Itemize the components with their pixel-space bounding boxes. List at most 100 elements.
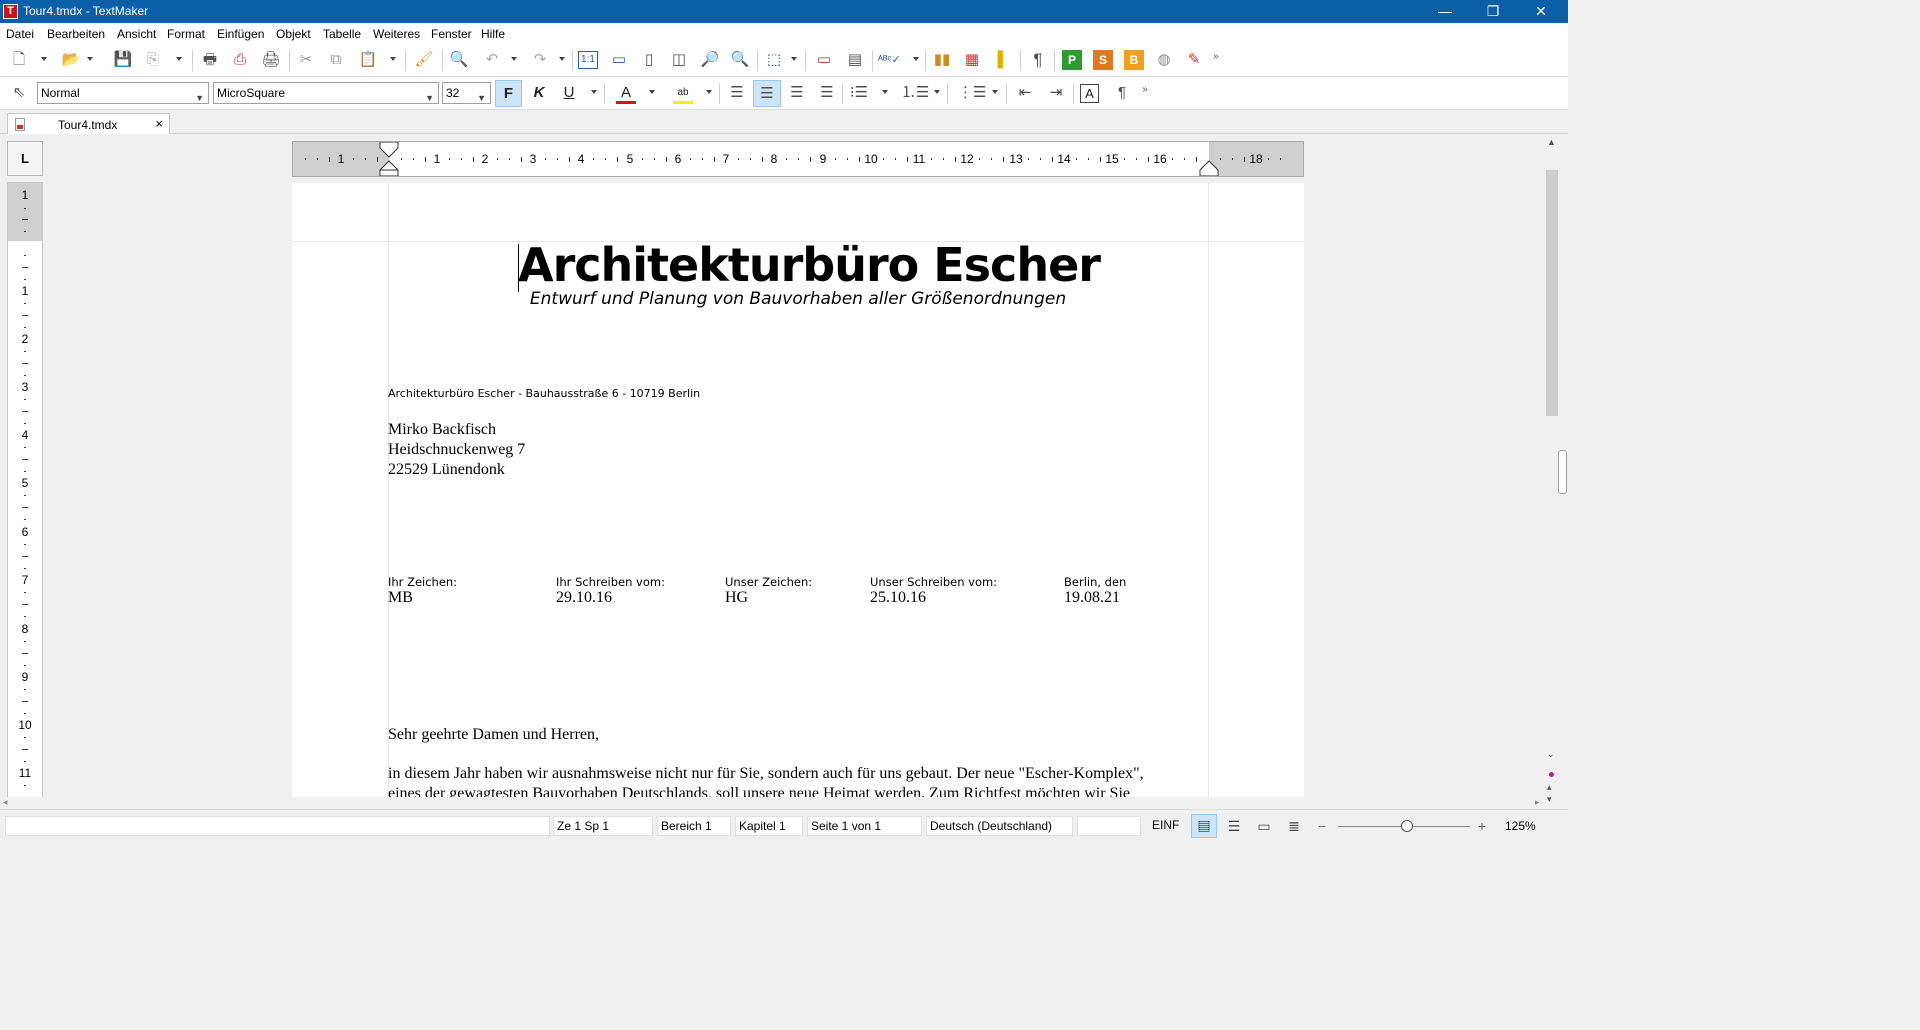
insert-frame-icon[interactable]: ⬚ (763, 49, 785, 71)
save-all-icon[interactable]: ⎘ (142, 49, 164, 71)
web-icon[interactable]: ◍ (1153, 49, 1175, 71)
pointer-icon[interactable]: ⇖ (8, 82, 30, 104)
align-center-icon[interactable]: ☰ (753, 80, 781, 107)
scroll-up-icon[interactable]: ▲ (1547, 137, 1556, 147)
recipient-street[interactable]: Heidschnuckenweg 7 (388, 441, 525, 459)
bullets-dropdown-icon[interactable] (882, 90, 888, 94)
horizontal-ruler[interactable]: 1 1 2 3 4 5 6 7 8 9 10 11 12 13 14 15 16… (292, 141, 1304, 177)
view-normal-icon[interactable]: ▤ (1191, 814, 1217, 838)
view-outline-icon[interactable]: ☰ (1223, 816, 1245, 836)
first-line-indent-marker[interactable] (379, 142, 399, 177)
paste-icon[interactable]: 📋 (357, 49, 379, 71)
body-line[interactable]: in diesem Jahr haben wir ausnahmsweise n… (388, 765, 1144, 783)
menu-bearbeiten[interactable]: Bearbeiten (47, 27, 105, 41)
more-tools-icon[interactable]: » (1205, 46, 1227, 68)
undo-dropdown-icon[interactable] (511, 57, 517, 61)
print-preview-icon[interactable]: 🖨 (260, 49, 282, 71)
redo-dropdown-icon[interactable] (559, 57, 565, 61)
zoom-level[interactable]: 125% (1505, 819, 1536, 833)
salutation[interactable]: Sehr geehrte Damen und Herren, (388, 726, 599, 744)
status-insert-mode[interactable]: EINF (1145, 816, 1185, 836)
scroll-right-icon[interactable]: ▸ (1535, 797, 1540, 808)
menu-tabelle[interactable]: Tabelle (323, 27, 361, 41)
italic-button[interactable]: K (528, 82, 550, 104)
right-indent-marker[interactable] (1199, 142, 1219, 177)
restore-button[interactable]: ❐ (1470, 0, 1516, 23)
sidebar-handle[interactable] (1558, 450, 1567, 494)
menu-weiteres[interactable]: Weiteres (373, 27, 420, 41)
menu-hilfe[interactable]: Hilfe (481, 27, 505, 41)
close-tab-icon[interactable]: × (155, 116, 163, 131)
open-dropdown-icon[interactable] (87, 57, 93, 61)
pdf-edit-icon[interactable]: ✎ (1183, 49, 1205, 71)
open-folder-icon[interactable]: 📂 (60, 49, 82, 71)
zoom-slider-knob[interactable] (1401, 820, 1413, 832)
recipient-name[interactable]: Mirko Backfisch (388, 421, 496, 439)
menu-ansicht[interactable]: Ansicht (117, 27, 156, 41)
redo-icon[interactable]: ↷ (529, 49, 551, 71)
menu-einfuegen[interactable]: Einfügen (217, 27, 264, 41)
menu-fenster[interactable]: Fenster (431, 27, 472, 41)
save-icon[interactable]: 💾 (112, 49, 134, 71)
ref-label-ihr-schreiben[interactable]: Ihr Schreiben vom: (556, 575, 665, 589)
numbering-dropdown-icon[interactable] (934, 90, 940, 94)
scroll-left-icon[interactable]: ◂ (3, 797, 8, 808)
vertical-scroll-thumb[interactable] (1546, 170, 1558, 416)
decrease-indent-icon[interactable]: ⇤ (1014, 82, 1036, 104)
minimize-button[interactable]: — (1422, 0, 1468, 23)
spellcheck-dropdown-icon[interactable] (913, 57, 919, 61)
numbering-icon[interactable]: ⒈☰ (901, 82, 929, 104)
full-page-icon[interactable]: ▯ (638, 49, 660, 71)
basicmaker-icon[interactable]: B (1124, 50, 1144, 70)
print-icon[interactable]: 🖶 (199, 49, 221, 71)
presentations-icon[interactable]: P (1062, 50, 1082, 70)
menu-format[interactable]: Format (167, 27, 205, 41)
increase-indent-icon[interactable]: ⇥ (1045, 82, 1067, 104)
export-pdf-icon[interactable]: ⎙ (229, 49, 251, 71)
font-color-dropdown-icon[interactable] (649, 90, 655, 94)
cut-icon[interactable]: ✂ (295, 49, 317, 71)
highlight-button[interactable]: ab (672, 82, 694, 104)
align-right-icon[interactable]: ☰ (786, 82, 808, 104)
menu-datei[interactable]: Datei (6, 27, 34, 41)
new-dropdown-icon[interactable] (41, 57, 47, 61)
previous-page-icon[interactable]: ▴ (1547, 782, 1552, 793)
vertical-ruler[interactable]: 1 1 2 3 4 5 6 7 8 9 10 11 (7, 182, 43, 802)
text-frame-button[interactable]: A (1080, 84, 1099, 103)
horizontal-scrollbar[interactable]: ◂ ▸ (0, 797, 1544, 809)
chart-icon[interactable]: ▮▮ (931, 49, 953, 71)
save-dropdown-icon[interactable] (176, 57, 182, 61)
frame-dropdown-icon[interactable] (791, 57, 797, 61)
view-master-icon[interactable]: ▭ (1253, 816, 1275, 836)
new-document-icon[interactable]: 🗋 (8, 49, 30, 71)
format-painter-icon[interactable]: 🖌 (413, 49, 435, 71)
ref-value-unser-schreiben[interactable]: 25.10.16 (870, 589, 926, 607)
more-format-icon[interactable]: » (1134, 79, 1156, 101)
zoom-in-icon[interactable]: 🔍 (729, 49, 751, 71)
ref-value-date[interactable]: 19.08.21 (1064, 589, 1120, 607)
ref-label-unser-schreiben[interactable]: Unser Schreiben vom: (870, 575, 997, 589)
insert-form-icon[interactable]: ▤ (844, 49, 866, 71)
align-left-icon[interactable]: ☰ (726, 82, 748, 104)
ref-value-ihr-schreiben[interactable]: 29.10.16 (556, 589, 612, 607)
letterhead-subheading[interactable]: Entwurf und Planung von Bauvorhaben alle… (518, 289, 1078, 309)
book-icon[interactable]: ▌ (992, 49, 1014, 71)
close-button[interactable]: ✕ (1518, 0, 1564, 23)
ref-label-unser-zeichen[interactable]: Unser Zeichen: (725, 575, 812, 589)
outline-dropdown-icon[interactable] (992, 90, 998, 94)
outline-icon[interactable]: ⋮☰ (958, 82, 986, 104)
scroll-down-icon[interactable]: ⌄ (1547, 749, 1555, 760)
recipient-city[interactable]: 22529 Lünendonk (388, 461, 505, 479)
menu-objekt[interactable]: Objekt (276, 27, 311, 41)
two-pages-icon[interactable]: ◫ (668, 49, 690, 71)
zoom-in-button[interactable]: + (1471, 816, 1493, 836)
ref-label-date[interactable]: Berlin, den (1064, 575, 1126, 589)
page-width-icon[interactable]: ▭ (608, 49, 630, 71)
bullets-icon[interactable]: ⁝☰ (848, 82, 870, 104)
sender-line[interactable]: Architekturbüro Escher - Bauhausstraße 6… (388, 387, 700, 400)
font-color-button[interactable]: A (615, 82, 637, 104)
spellcheck-icon[interactable]: ᴬᴮᶜ✓ (878, 49, 901, 71)
status-page[interactable]: Seite 1 von 1 (807, 816, 922, 836)
document-tab[interactable]: Tour4.tmdx × (7, 113, 170, 135)
database-icon[interactable]: ▦ (961, 49, 983, 71)
